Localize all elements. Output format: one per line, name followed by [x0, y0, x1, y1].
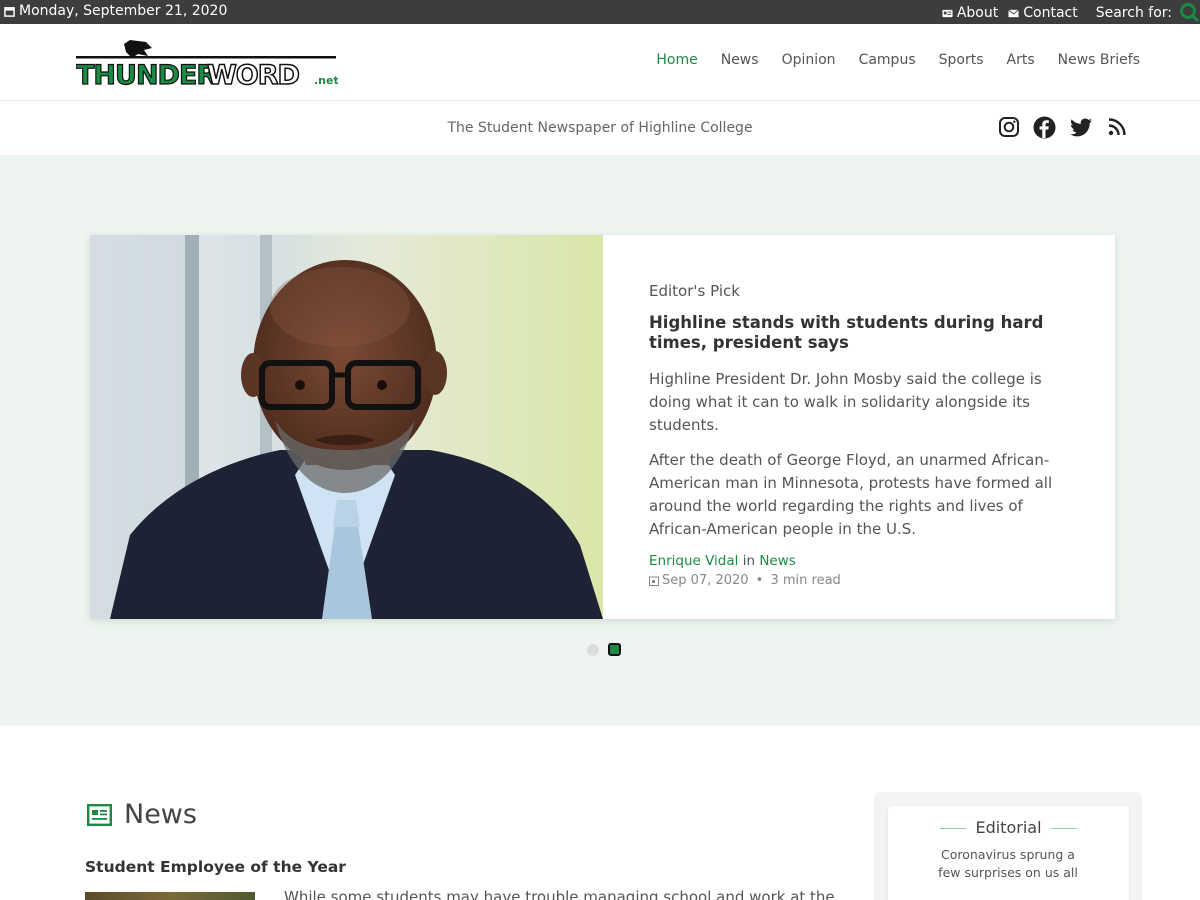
news-heading: News	[87, 799, 197, 830]
hero-section: Editor's Pick Highline stands with stude…	[0, 155, 1200, 726]
article-meta: Sep 07, 2020 • 3 min read	[649, 573, 1069, 588]
about-link[interactable]: About	[942, 5, 998, 21]
nav-arts[interactable]: Arts	[1007, 52, 1035, 68]
byline: Enrique Vidal in News	[649, 553, 1069, 569]
featured-headline[interactable]: Highline stands with students during har…	[649, 313, 1069, 353]
svg-text:.net: .net	[314, 74, 338, 87]
contact-label: Contact	[1023, 5, 1078, 21]
editorial-title: Editorial	[975, 818, 1042, 837]
social-links	[998, 116, 1128, 139]
editorial-divider-right	[1051, 828, 1077, 829]
author-link[interactable]: Enrique Vidal	[649, 553, 738, 569]
carousel-dots	[587, 643, 621, 656]
main-nav: Home News Opinion Campus Sports Arts New…	[633, 52, 1140, 68]
search-icon[interactable]	[1178, 1, 1200, 23]
id-card-icon	[942, 9, 953, 17]
nav-news-briefs[interactable]: News Briefs	[1058, 52, 1140, 68]
editorial-text[interactable]: Coronavirus sprung a few surprises on us…	[928, 846, 1088, 882]
carousel-dot-1[interactable]	[587, 643, 599, 656]
facebook-icon[interactable]	[1033, 116, 1056, 139]
rss-icon[interactable]	[1106, 116, 1128, 138]
featured-paragraph-2: After the death of George Floyd, an unar…	[649, 451, 1053, 538]
byline-in: in	[742, 553, 756, 569]
date-display: Monday, September 21, 2020	[4, 3, 227, 19]
story-snippet: While some students may have trouble man…	[284, 888, 840, 900]
twitter-icon[interactable]	[1069, 116, 1093, 138]
top-bar: Monday, September 21, 2020 About Contact…	[0, 0, 1200, 24]
meta-separator: •	[751, 573, 768, 588]
nav-opinion[interactable]: Opinion	[782, 52, 836, 68]
about-label: About	[956, 5, 999, 21]
news-section: News Student Employee of the Year While …	[0, 726, 1200, 900]
editors-pick-label: Editor's Pick	[649, 282, 740, 300]
nav-home[interactable]: Home	[656, 52, 697, 68]
carousel-dot-2[interactable]	[608, 643, 621, 656]
editorial-card[interactable]: Editorial Coronavirus sprung a few surpr…	[888, 806, 1129, 900]
news-section-title: News	[124, 799, 197, 830]
svg-text:WORD: WORD	[207, 60, 299, 90]
nav-campus[interactable]: Campus	[859, 52, 916, 68]
contact-link[interactable]: Contact	[1008, 5, 1078, 21]
featured-paragraph-1: Highline President Dr. John Mosby said t…	[649, 370, 1042, 434]
article-date: Sep 07, 2020	[662, 573, 749, 588]
site-header: THUNDER WORD .net Home News Opinion Camp…	[0, 24, 1200, 101]
newspaper-icon	[87, 803, 112, 826]
story-title[interactable]: Student Employee of the Year	[85, 858, 346, 876]
featured-photo[interactable]	[90, 235, 603, 619]
thunderword-logo[interactable]: THUNDER WORD .net	[76, 38, 338, 90]
nav-sports[interactable]: Sports	[939, 52, 984, 68]
story-thumbnail[interactable]	[85, 892, 255, 900]
calendar-icon	[649, 576, 659, 586]
envelope-icon	[1008, 8, 1020, 17]
instagram-icon[interactable]	[998, 116, 1020, 138]
calendar-icon	[4, 6, 15, 17]
featured-text: Editor's Pick Highline stands with stude…	[649, 282, 1069, 588]
svg-text:THUNDER: THUNDER	[76, 60, 217, 90]
read-time: 3 min read	[770, 573, 841, 588]
search-label: Search for:	[1095, 5, 1172, 21]
nav-news[interactable]: News	[721, 52, 759, 68]
featured-card[interactable]: Editor's Pick Highline stands with stude…	[90, 235, 1115, 619]
date-text: Monday, September 21, 2020	[19, 3, 228, 19]
category-link[interactable]: News	[759, 553, 795, 569]
sidebar-widget: Editorial Coronavirus sprung a few surpr…	[874, 792, 1142, 900]
